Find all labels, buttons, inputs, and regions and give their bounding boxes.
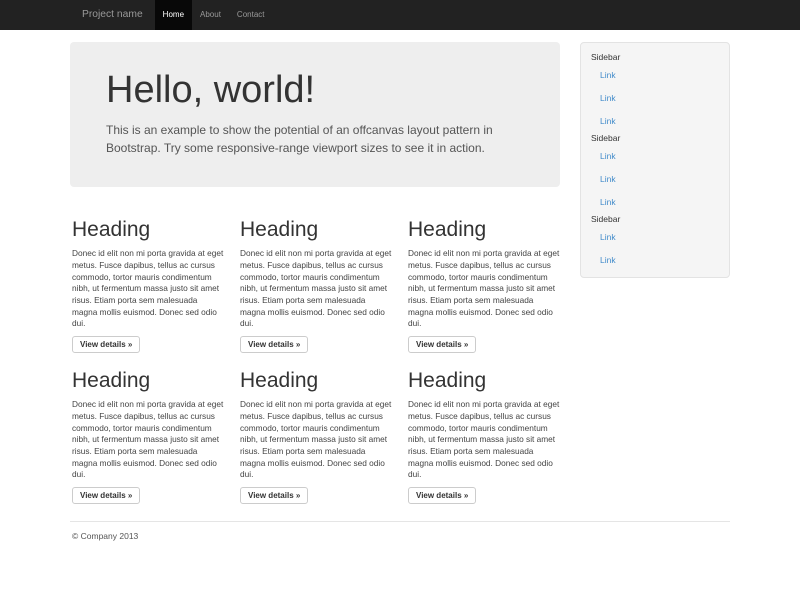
card-heading: Heading [72, 218, 224, 242]
card-heading: Heading [240, 369, 392, 393]
navbar-brand[interactable]: Project name [70, 0, 155, 30]
cards-row-1: Heading Donec id elit non mi porta gravi… [70, 218, 574, 353]
content-layout: Hello, world! This is an example to show… [70, 30, 730, 504]
view-details-button[interactable]: View details » [240, 336, 308, 353]
view-details-button[interactable]: View details » [72, 336, 140, 353]
content-card: Heading Donec id elit non mi porta gravi… [240, 218, 392, 353]
card-heading: Heading [72, 369, 224, 393]
view-details-button[interactable]: View details » [408, 336, 476, 353]
card-body-text: Donec id elit non mi porta gravida at eg… [408, 248, 560, 330]
main-column: Hello, world! This is an example to show… [70, 30, 574, 504]
view-details-button[interactable]: View details » [72, 487, 140, 504]
view-details-button[interactable]: View details » [240, 487, 308, 504]
sidebar-link[interactable]: Link [591, 190, 721, 213]
sidebar-link[interactable]: Link [591, 248, 721, 271]
card-body-text: Donec id elit non mi porta gravida at eg… [72, 248, 224, 330]
content-card: Heading Donec id elit non mi porta gravi… [72, 369, 224, 504]
sidebar-group-title: Sidebar [591, 132, 721, 144]
sidebar-group-title: Sidebar [591, 213, 721, 225]
card-body-text: Donec id elit non mi porta gravida at eg… [408, 399, 560, 481]
sidebar-group-3: SidebarLinkLink [591, 213, 721, 271]
view-details-button[interactable]: View details » [408, 487, 476, 504]
content-card: Heading Donec id elit non mi porta gravi… [240, 369, 392, 504]
jumbotron: Hello, world! This is an example to show… [70, 42, 560, 187]
sidebar-group-2: SidebarLinkLinkLink [591, 132, 721, 213]
nav-item-about[interactable]: About [192, 0, 229, 30]
top-navbar: Project name HomeAboutContact [0, 0, 800, 30]
content-card: Heading Donec id elit non mi porta gravi… [408, 369, 560, 504]
page-container: Hello, world! This is an example to show… [70, 30, 730, 541]
jumbotron-description: This is an example to show the potential… [106, 121, 508, 158]
card-heading: Heading [408, 218, 560, 242]
sidebar-link[interactable]: Link [591, 63, 721, 86]
content-card: Heading Donec id elit non mi porta gravi… [72, 218, 224, 353]
footer: © Company 2013 [70, 521, 730, 541]
card-heading: Heading [240, 218, 392, 242]
sidebar-group-title: Sidebar [591, 51, 721, 63]
sidebar-link[interactable]: Link [591, 167, 721, 190]
nav-item-contact[interactable]: Contact [229, 0, 273, 30]
navbar-links: HomeAboutContact [155, 0, 273, 30]
footer-divider [70, 521, 730, 522]
content-card: Heading Donec id elit non mi porta gravi… [408, 218, 560, 353]
copyright-text: © Company 2013 [72, 531, 730, 541]
card-body-text: Donec id elit non mi porta gravida at eg… [240, 248, 392, 330]
navbar-container: Project name HomeAboutContact [70, 0, 730, 30]
sidebar-link[interactable]: Link [591, 225, 721, 248]
nav-item-home[interactable]: Home [155, 0, 192, 30]
sidebar-link[interactable]: Link [591, 144, 721, 167]
card-heading: Heading [408, 369, 560, 393]
card-body-text: Donec id elit non mi porta gravida at eg… [72, 399, 224, 481]
sidebar-group-1: SidebarLinkLinkLink [591, 51, 721, 132]
jumbotron-title: Hello, world! [106, 70, 524, 112]
cards-section: Heading Donec id elit non mi porta gravi… [70, 218, 574, 504]
sidebar-link[interactable]: Link [591, 86, 721, 109]
sidebar: SidebarLinkLinkLinkSidebarLinkLinkLinkSi… [580, 42, 730, 278]
cards-row-2: Heading Donec id elit non mi porta gravi… [70, 369, 574, 504]
sidebar-link[interactable]: Link [591, 109, 721, 132]
card-body-text: Donec id elit non mi porta gravida at eg… [240, 399, 392, 481]
